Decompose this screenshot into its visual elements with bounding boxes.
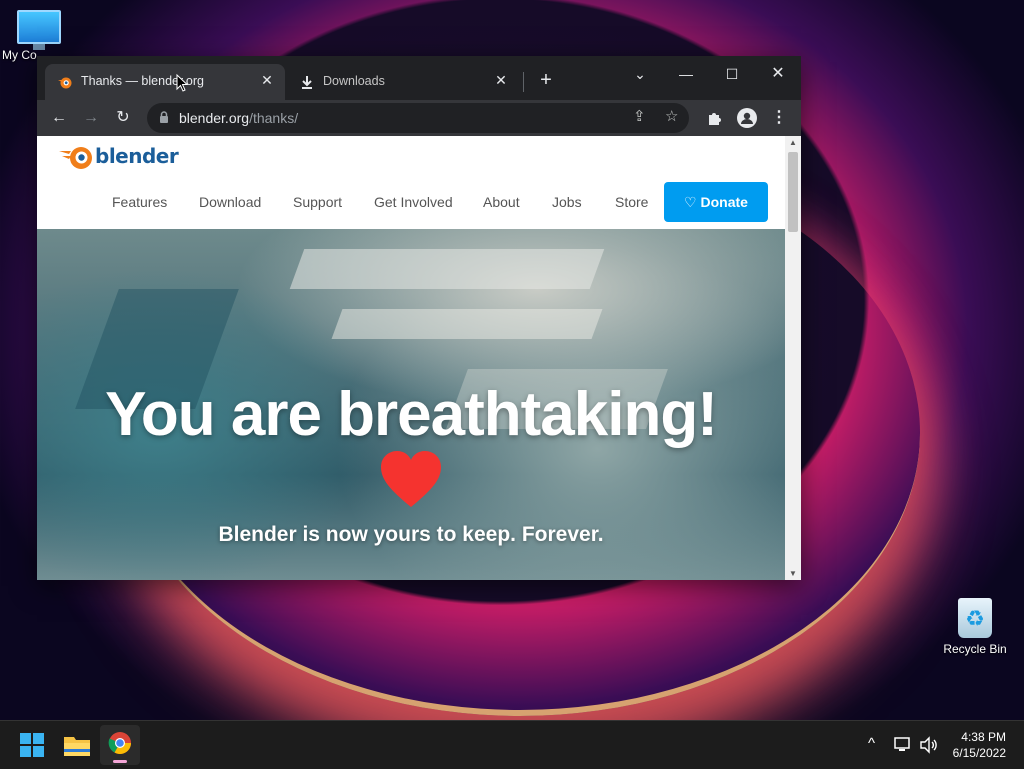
clock-date: 6/15/2022 — [952, 746, 1006, 760]
address-bar[interactable]: blender.org/thanks/ ⇪ ☆ — [147, 103, 689, 133]
scrollbar-thumb[interactable] — [788, 152, 798, 232]
close-tab-icon[interactable]: ✕ — [259, 72, 275, 89]
url-path: /thanks/ — [249, 110, 299, 126]
lock-icon — [160, 111, 168, 123]
site-header: blender Features Download Support Get In… — [37, 136, 785, 229]
hero-texture — [289, 249, 605, 289]
tab-strip: Thanks — blender.org ✕ Downloads ✕ + ⌄ —… — [37, 56, 801, 100]
menu-kebab-icon[interactable]: ⋮ — [767, 106, 791, 130]
recycle-bin-icon: ♻ — [958, 598, 992, 638]
blender-favicon-icon — [58, 77, 72, 89]
system-clock[interactable]: 4:38 PM 6/15/2022 — [953, 729, 1006, 761]
blender-logo[interactable]: blender — [57, 142, 179, 170]
browser-toolbar: ← → ↻ blender.org/thanks/ ⇪ ☆ ⋮ — [37, 100, 801, 136]
hero-title: You are breathtaking! — [105, 380, 718, 449]
start-windows-icon[interactable] — [16, 729, 48, 761]
tab-separator — [523, 72, 524, 92]
desktop-icon-recycle-bin[interactable]: ♻ Recycle Bin — [935, 598, 1015, 656]
nav-download[interactable]: Download — [199, 194, 261, 210]
reload-button[interactable]: ↻ — [111, 106, 135, 130]
clock-time: 4:38 PM — [961, 730, 1006, 744]
mouse-cursor-icon — [176, 74, 188, 92]
minimize-button[interactable]: — — [663, 60, 709, 88]
nav-jobs[interactable]: Jobs — [552, 194, 582, 210]
donate-button[interactable]: ♡ Donate — [664, 182, 768, 222]
extensions-puzzle-icon[interactable] — [706, 109, 724, 127]
file-explorer-folder-icon[interactable] — [61, 729, 93, 761]
back-button[interactable]: ← — [47, 106, 71, 130]
hero-texture — [331, 309, 603, 339]
tab-search-chevron-icon[interactable]: ⌄ — [617, 60, 663, 88]
profile-avatar-icon[interactable] — [737, 108, 757, 128]
logo-wordmark: blender — [95, 144, 179, 168]
taskbar: ^ 4:38 PM 6/15/2022 — [0, 720, 1024, 769]
tab-title: Downloads — [323, 74, 385, 88]
forward-button[interactable]: → — [79, 106, 103, 130]
maximize-button[interactable]: ☐ — [709, 60, 755, 88]
bookmark-star-icon[interactable]: ☆ — [665, 107, 678, 125]
monitor-icon — [17, 10, 61, 50]
page-scrollbar[interactable]: ▲ ▼ — [785, 136, 801, 580]
nav-get-involved[interactable]: Get Involved — [374, 194, 453, 210]
share-icon[interactable]: ⇪ — [633, 107, 646, 125]
tab-downloads[interactable]: Downloads ✕ — [287, 64, 519, 100]
desktop-icon-my-computer[interactable]: My Co — [0, 10, 79, 62]
blender-logo-icon — [59, 147, 92, 169]
tab-thanks[interactable]: Thanks — blender.org ✕ — [45, 64, 285, 100]
url-text: blender.org/thanks/ — [179, 110, 298, 126]
close-window-button[interactable]: ✕ — [755, 60, 801, 88]
network-icon[interactable] — [894, 737, 912, 753]
hero-subtitle: Blender is now yours to keep. Forever. — [218, 523, 604, 546]
nav-about[interactable]: About — [483, 194, 520, 210]
scroll-down-arrow-icon[interactable]: ▼ — [785, 569, 801, 578]
chrome-icon — [108, 732, 131, 754]
nav-support[interactable]: Support — [293, 194, 342, 210]
donate-label: Donate — [700, 194, 748, 210]
new-tab-button[interactable]: + — [537, 69, 555, 92]
volume-icon[interactable] — [919, 736, 939, 754]
nav-store[interactable]: Store — [615, 194, 648, 210]
hero-banner: You are breathtaking! Blender is now you… — [37, 229, 785, 580]
scroll-up-arrow-icon[interactable]: ▲ — [785, 138, 801, 147]
red-heart-icon — [381, 451, 441, 507]
browser-window: Thanks — blender.org ✕ Downloads ✕ + ⌄ —… — [37, 56, 801, 580]
chrome-taskbar-button[interactable] — [100, 725, 140, 765]
show-hidden-icons-chevron-icon[interactable]: ^ — [868, 735, 875, 752]
web-page: blender Features Download Support Get In… — [37, 136, 801, 580]
nav-features[interactable]: Features — [112, 194, 167, 210]
close-tab-icon[interactable]: ✕ — [493, 72, 509, 89]
heart-outline-icon: ♡ — [684, 194, 697, 210]
download-icon — [302, 76, 312, 89]
url-host: blender.org — [179, 110, 250, 126]
desktop-icon-label: Recycle Bin — [943, 642, 1007, 656]
running-indicator — [113, 760, 127, 763]
